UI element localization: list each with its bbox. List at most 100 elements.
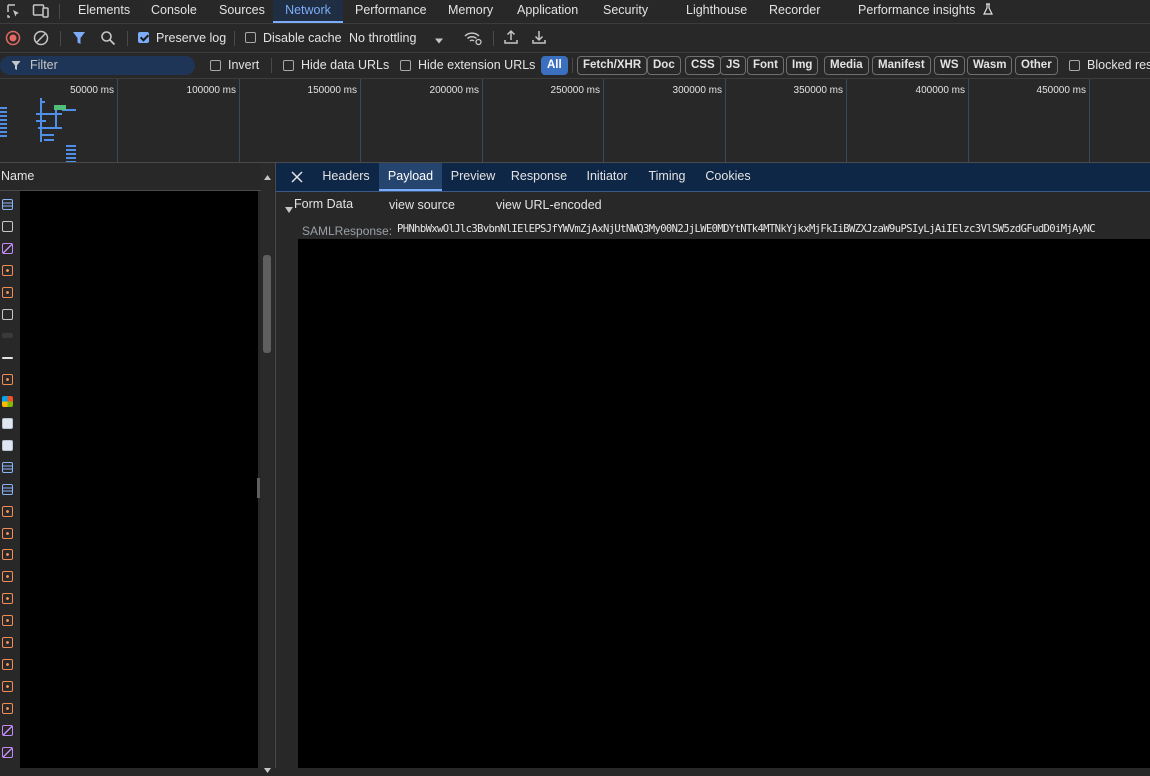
tab-cookies[interactable]: Cookies: [699, 163, 757, 191]
filter-funnel-small-icon: [11, 60, 21, 74]
tab-elements[interactable]: Elements: [78, 0, 130, 22]
invert-label[interactable]: Invert: [228, 53, 259, 78]
request-rows-redacted: [20, 191, 258, 768]
tab-network[interactable]: Network: [273, 0, 343, 23]
blocked-requests-checkbox[interactable]: [1069, 60, 1080, 71]
chevron-down-icon[interactable]: [434, 34, 444, 48]
tab-performance[interactable]: Performance: [355, 0, 427, 22]
tab-sources[interactable]: Sources: [219, 0, 265, 22]
view-url-encoded-link[interactable]: view URL-encoded: [496, 198, 602, 212]
type-filter-fetch-xhr[interactable]: Fetch/XHR: [577, 56, 648, 75]
request-activity-bars: [0, 98, 76, 162]
script-file-icon: [2, 680, 13, 692]
tab-timing[interactable]: Timing: [642, 163, 692, 191]
invert-checkbox[interactable]: [210, 60, 221, 71]
gridline: [968, 79, 969, 162]
view-source-link[interactable]: view source: [389, 198, 455, 212]
tick-label: 200000 ms: [429, 85, 479, 96]
tab-initiator[interactable]: Initiator: [578, 163, 636, 191]
network-conditions-icon[interactable]: [463, 30, 483, 49]
preserve-log-checkbox[interactable]: [138, 32, 149, 43]
tab-performance-insights-label: Performance insights: [858, 3, 976, 17]
generic-file-icon: [2, 308, 13, 320]
media-file-icon: [2, 724, 13, 736]
filter-input[interactable]: Filter: [0, 56, 195, 75]
scroll-up-icon[interactable]: [264, 169, 271, 183]
hide-extension-urls-checkbox[interactable]: [400, 60, 411, 71]
tick-label: 350000 ms: [793, 85, 843, 96]
tab-performance-insights[interactable]: Performance insights: [858, 0, 994, 22]
preserve-log-label[interactable]: Preserve log: [156, 24, 226, 52]
tick-label: 450000 ms: [1036, 85, 1086, 96]
image-file-icon: [2, 418, 13, 429]
gridline: [117, 79, 118, 162]
type-filter-all[interactable]: All: [541, 56, 568, 75]
type-filter-img[interactable]: Img: [786, 56, 819, 75]
search-icon[interactable]: [100, 30, 116, 49]
script-file-icon: [2, 593, 13, 605]
script-file-icon: [2, 658, 13, 670]
tab-lighthouse[interactable]: Lighthouse: [686, 0, 747, 22]
payload-left-gutter: [276, 239, 298, 768]
hide-data-urls-checkbox[interactable]: [283, 60, 294, 71]
request-list-scrollbar[interactable]: [261, 163, 273, 773]
disable-cache-checkbox[interactable]: [245, 32, 256, 43]
flask-icon: [982, 1, 994, 15]
name-column-header[interactable]: Name: [0, 163, 261, 191]
script-file-icon: [2, 571, 13, 583]
network-overview-timeline[interactable]: 50000 ms 100000 ms 150000 ms 200000 ms 2…: [0, 79, 1150, 163]
request-list: Name: [0, 163, 275, 773]
blocked-requests-label[interactable]: Blocked res: [1087, 53, 1150, 78]
close-icon[interactable]: [291, 171, 303, 186]
tab-response[interactable]: Response: [506, 163, 572, 191]
generic-file-icon: [2, 220, 13, 232]
dash-icon: [2, 357, 13, 360]
hide-data-urls-label[interactable]: Hide data URLs: [301, 53, 389, 78]
payload-field-value[interactable]: PHNhbWxwOlJlc3BvbnNlIElEPSJfYWVmZjAxNjUt…: [397, 223, 1150, 235]
script-file-icon: [2, 637, 13, 648]
placeholder-icon: [2, 333, 13, 339]
payload-field-name: SAMLResponse:: [302, 224, 393, 238]
type-filter-manifest[interactable]: Manifest: [872, 56, 931, 75]
triangle-down-icon[interactable]: [285, 202, 293, 216]
type-filter-js[interactable]: JS: [720, 56, 747, 75]
script-file-icon: [2, 615, 13, 627]
type-filter-font[interactable]: Font: [747, 56, 784, 75]
clear-icon[interactable]: [33, 30, 49, 49]
type-filter-ws[interactable]: WS: [934, 56, 965, 75]
form-data-section-header[interactable]: Form Data view source view URL-encoded: [276, 192, 1150, 217]
disable-cache-label[interactable]: Disable cache: [263, 24, 342, 52]
hide-extension-urls-label[interactable]: Hide extension URLs: [418, 53, 535, 78]
script-file-icon: [2, 286, 13, 298]
filter-funnel-icon[interactable]: [72, 30, 86, 49]
detail-tab-bar: Headers Payload Preview Response Initiat…: [276, 163, 1150, 192]
type-filter-media[interactable]: Media: [824, 56, 869, 75]
type-filter-other[interactable]: Other: [1015, 56, 1058, 75]
tab-recorder[interactable]: Recorder: [769, 0, 820, 22]
record-stop-icon[interactable]: [5, 30, 21, 49]
list-resize-handle[interactable]: [257, 478, 260, 498]
type-filter-css[interactable]: CSS: [685, 56, 721, 75]
type-filter-wasm[interactable]: Wasm: [967, 56, 1013, 75]
payload-field-row: SAMLResponse: PHNhbWxwOlJlc3BvbnNlIElEPS…: [276, 217, 1150, 239]
payload-content-redacted: [298, 239, 1150, 768]
type-filter-doc[interactable]: Doc: [647, 56, 681, 75]
script-file-icon: [2, 549, 13, 561]
device-toolbar-icon[interactable]: [32, 3, 50, 22]
tab-security[interactable]: Security: [603, 0, 648, 22]
export-har-icon[interactable]: [531, 29, 547, 48]
scrollbar-thumb[interactable]: [263, 255, 271, 353]
tab-application[interactable]: Application: [517, 0, 578, 22]
tab-headers[interactable]: Headers: [316, 163, 376, 191]
tick-label: 250000 ms: [550, 85, 600, 96]
import-har-icon[interactable]: [503, 29, 519, 48]
throttling-select[interactable]: No throttling: [349, 24, 416, 52]
tab-memory[interactable]: Memory: [448, 0, 493, 22]
tab-payload[interactable]: Payload: [379, 163, 442, 191]
request-detail-pane: Headers Payload Preview Response Initiat…: [275, 163, 1150, 768]
tab-console[interactable]: Console: [151, 0, 197, 22]
tab-preview[interactable]: Preview: [444, 163, 502, 191]
scroll-down-icon[interactable]: [264, 762, 271, 776]
inspect-element-icon[interactable]: [6, 3, 22, 22]
tick-label: 400000 ms: [915, 85, 965, 96]
